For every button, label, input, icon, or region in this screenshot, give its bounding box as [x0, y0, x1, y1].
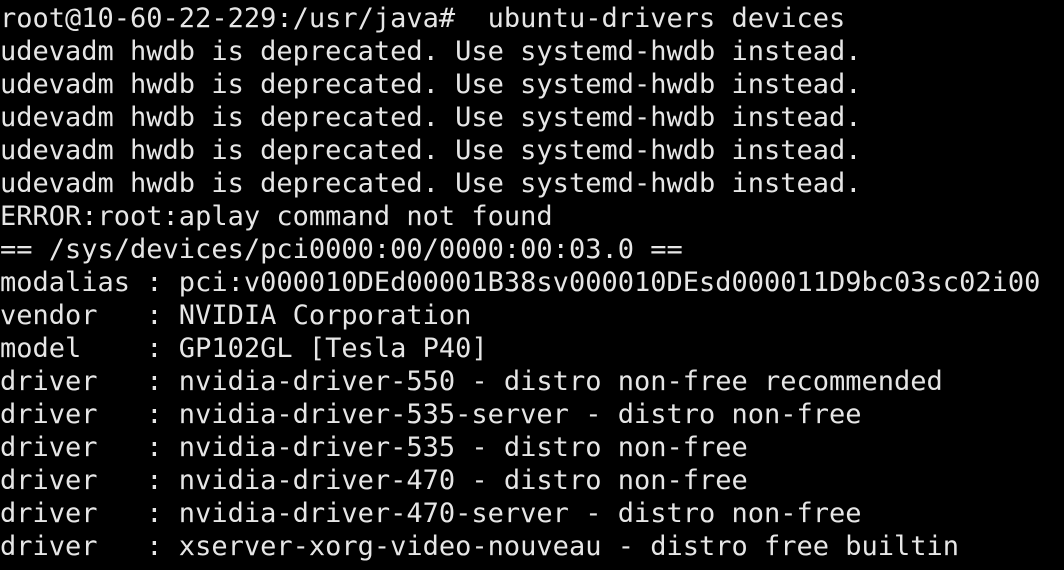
output-line-driver: driver : nvidia-driver-470-server - dist…: [0, 498, 862, 529]
output-line-modalias: modalias : pci:v000010DEd00001B38sv00001…: [0, 267, 1041, 298]
output-line-driver: driver : xserver-xorg-video-nouveau - di…: [0, 531, 960, 562]
output-line-driver: driver : nvidia-driver-470 - distro non-…: [0, 465, 748, 496]
output-line-error: ERROR:root:aplay command not found: [0, 201, 553, 232]
output-line-deprecation-warning: udevadm hwdb is deprecated. Use systemd-…: [0, 36, 862, 67]
prompt-command-line: root@10-60-22-229:/usr/java# ubuntu-driv…: [0, 3, 846, 34]
output-line-model: model : GP102GL [Tesla P40]: [0, 333, 488, 364]
output-line-deprecation-warning: udevadm hwdb is deprecated. Use systemd-…: [0, 168, 862, 199]
output-line-driver: driver : nvidia-driver-550 - distro non-…: [0, 366, 943, 397]
output-line-driver: driver : nvidia-driver-535 - distro non-…: [0, 432, 748, 463]
output-line-device-header: == /sys/devices/pci0000:00/0000:00:03.0 …: [0, 234, 683, 265]
terminal-window[interactable]: root@10-60-22-229:/usr/java# ubuntu-driv…: [0, 0, 1064, 570]
output-line-deprecation-warning: udevadm hwdb is deprecated. Use systemd-…: [0, 135, 862, 166]
output-line-deprecation-warning: udevadm hwdb is deprecated. Use systemd-…: [0, 102, 862, 133]
output-line-deprecation-warning: udevadm hwdb is deprecated. Use systemd-…: [0, 69, 862, 100]
output-line-vendor: vendor : NVIDIA Corporation: [0, 300, 472, 331]
output-line-driver: driver : nvidia-driver-535-server - dist…: [0, 399, 862, 430]
